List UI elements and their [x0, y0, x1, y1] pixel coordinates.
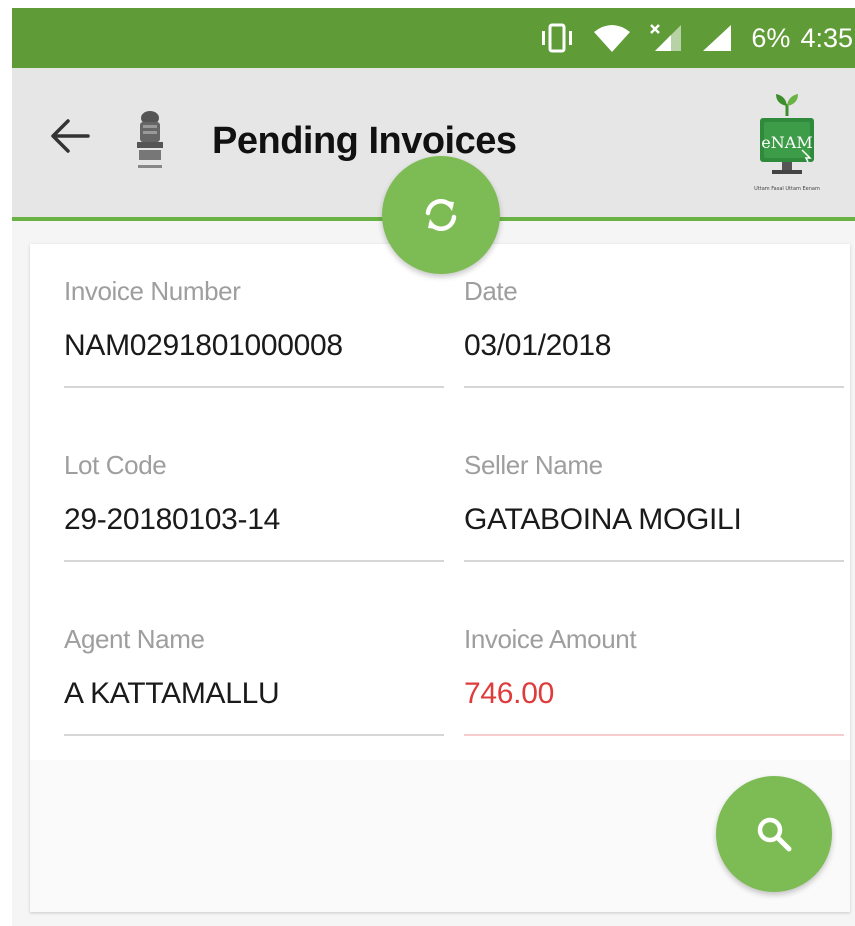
field-underline	[464, 386, 844, 388]
battery-text: 6%	[751, 22, 791, 53]
search-icon	[757, 817, 792, 852]
back-arrow-icon[interactable]	[48, 113, 94, 159]
page-title: Pending Invoices	[212, 120, 517, 162]
invoice-amount-value: 746.00	[464, 677, 554, 710]
field-underline	[64, 560, 444, 562]
invoice-number-value: NAM0291801000008	[64, 329, 343, 362]
date-value: 03/01/2018	[464, 329, 612, 362]
field-label: Agent Name	[64, 624, 205, 654]
signal-icon	[650, 24, 682, 51]
clock-time: 4:35	[800, 22, 853, 53]
national-emblem-logo	[137, 111, 163, 168]
status-bar: 6% 4:35	[12, 8, 855, 68]
field-underline	[464, 734, 844, 736]
app-screen: 6% 4:35 Pending Invoices eNAM Uttam Fasa…	[12, 8, 855, 926]
search-button[interactable]	[716, 776, 832, 892]
refresh-button[interactable]	[382, 156, 500, 274]
lot-code-value: 29-20180103-14	[64, 503, 280, 536]
enam-logo-text: eNAM	[761, 133, 812, 152]
wifi-icon	[594, 25, 631, 52]
field-label: Invoice Amount	[464, 624, 637, 654]
enam-logo: eNAM Uttam Fasal Uttam Eenam	[754, 94, 820, 192]
agent-name-value: A KATTAMALLU	[64, 677, 280, 710]
field-underline	[64, 734, 444, 736]
field-label: Date	[464, 276, 518, 306]
field-label: Seller Name	[464, 450, 603, 480]
field-label: Invoice Number	[64, 276, 241, 306]
vibrate-icon	[542, 23, 573, 53]
field-label: Lot Code	[64, 450, 167, 480]
seller-name-value: GATABOINA MOGILI	[464, 503, 742, 536]
field-underline	[64, 386, 444, 388]
field-underline	[464, 560, 844, 562]
refresh-icon	[425, 198, 457, 232]
cell-signal-icon	[703, 25, 732, 51]
enam-tagline: Uttam Fasal Uttam Eenam	[754, 186, 820, 192]
status-icons: 6% 4:35	[539, 8, 853, 68]
